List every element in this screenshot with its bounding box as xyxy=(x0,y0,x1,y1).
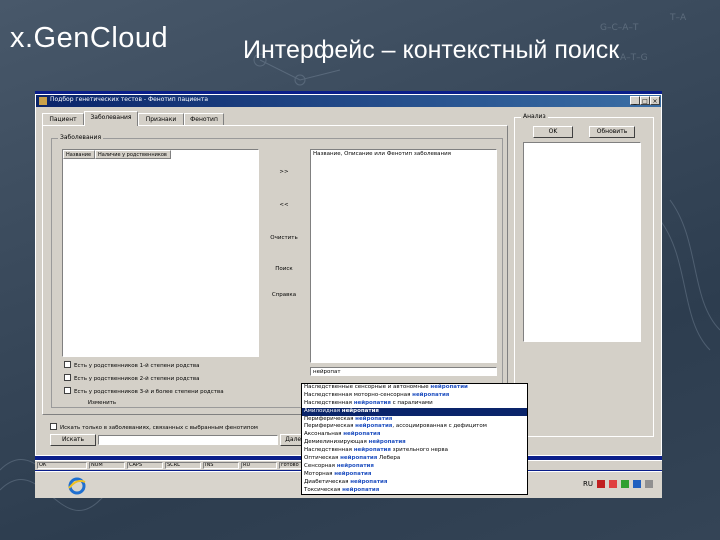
autocomplete-item-match: нейропатия xyxy=(355,415,393,422)
tab-patient[interactable]: Пациент xyxy=(42,113,84,125)
autocomplete-item-text: Амилоидная xyxy=(304,407,342,414)
autocomplete-item-match: нейропатия xyxy=(353,447,391,454)
maximize-button[interactable]: □ xyxy=(640,96,650,105)
tab-signs[interactable]: Признаки xyxy=(138,113,184,125)
autocomplete-item[interactable]: Наследственная моторно-сенсорная нейропа… xyxy=(302,392,527,400)
diseases-group: Заболевания Название Наличие у родственн… xyxy=(51,134,503,408)
autocomplete-item-match: нейропатия xyxy=(334,470,372,477)
analysis-group-label: Анализ xyxy=(521,113,548,120)
status-cell: ОК xyxy=(37,462,87,469)
slide-title: Интерфейс – контекстный поиск xyxy=(243,36,620,64)
autocomplete-item-match: нейропатия xyxy=(350,478,388,485)
relatives-3rd-degree-label: Есть у родственников 3-й и более степени… xyxy=(74,389,224,395)
minimize-button[interactable]: _ xyxy=(630,96,640,105)
relatives-1st-degree-label: Есть у родственников 1-й степени родства xyxy=(74,363,200,369)
autocomplete-item-text: Демиелинизирующая xyxy=(304,439,369,446)
autocomplete-item-text: Периферическая xyxy=(304,415,356,422)
autocomplete-item[interactable]: Демиелинизирующая нейропатия xyxy=(302,439,527,447)
status-cell: NUM xyxy=(89,462,125,469)
selected-diseases-list[interactable]: Название Наличие у родственников xyxy=(62,149,259,357)
status-cell: RU xyxy=(241,462,277,469)
internet-explorer-icon[interactable] xyxy=(67,476,87,496)
help-button[interactable]: Справка xyxy=(264,292,304,298)
autocomplete-item[interactable]: Наследственная нейропатия с параличами xyxy=(302,400,527,408)
relatives-1st-degree-checkbox[interactable]: Есть у родственников 1-й степени родства xyxy=(64,361,199,369)
autocomplete-item-text: , ассоциированная с дефицитом xyxy=(392,423,487,430)
autocomplete-item-text: Периферическая xyxy=(304,423,356,430)
phenotype-filter-label: Искать только в заболеваниях, связанных … xyxy=(60,425,258,431)
autocomplete-item-text: зрительного нерва xyxy=(390,447,449,454)
autocomplete-item-text: Диабетическая xyxy=(304,478,351,485)
autocomplete-item[interactable]: Сенсорная нейропатия xyxy=(302,463,527,471)
autocomplete-item[interactable]: Диабетическая нейропатия xyxy=(302,479,527,487)
column-header-relatives[interactable]: Наличие у родственников xyxy=(95,150,171,159)
remove-button[interactable]: << xyxy=(264,202,304,208)
relatives-2nd-degree-checkbox[interactable]: Есть у родственников 2-й степени родства xyxy=(64,374,199,382)
status-cell: INS xyxy=(203,462,239,469)
autocomplete-item[interactable]: Наследственные сенсорные и автономные не… xyxy=(302,384,527,392)
system-tray-icons[interactable] xyxy=(595,478,659,490)
language-indicator[interactable]: RU xyxy=(583,480,593,488)
search-results-header: Название, Описание или Фенотип заболеван… xyxy=(313,151,451,157)
app-icon xyxy=(39,97,47,105)
analysis-list[interactable] xyxy=(523,142,641,342)
tab-phenotype[interactable]: Фенотип xyxy=(184,113,224,125)
autocomplete-item[interactable]: Амилоидная нейропатия xyxy=(302,407,527,416)
tab-diseases[interactable]: Заболевания xyxy=(84,111,138,126)
autocomplete-item-match: нейропатия xyxy=(341,407,379,414)
autocomplete-item[interactable]: Наследственная нейропатия зрительного не… xyxy=(302,447,527,455)
phenotype-filter-checkbox[interactable]: Искать только в заболеваниях, связанных … xyxy=(50,423,258,431)
autocomplete-item-text: Наследственная моторно-сенсорная xyxy=(304,391,413,398)
analysis-group: Анализ OK Обновить xyxy=(514,113,654,437)
tab-panel: Заболевания Название Наличие у родственн… xyxy=(42,125,508,415)
autocomplete-item-text: с параличами xyxy=(390,399,433,406)
find-button[interactable]: Поиск xyxy=(264,266,304,272)
autocomplete-item-match: нейропатия xyxy=(342,486,380,493)
autocomplete-item-match: нейропатия xyxy=(340,455,378,462)
autocomplete-item-match: нейропатия xyxy=(353,399,391,406)
search-input[interactable]: нейропат xyxy=(310,367,497,376)
window-title: Подбор генетических тестов - Фенотип пац… xyxy=(50,96,208,103)
svg-text:G–C–A–T: G–C–A–T xyxy=(600,23,639,33)
autocomplete-item-text: Наследственная xyxy=(304,447,354,454)
autocomplete-item[interactable]: Токсическая нейропатия xyxy=(302,486,527,494)
autocomplete-item[interactable]: Оптическая нейропатия Лебера xyxy=(302,455,527,463)
autocomplete-item-text: Лебера xyxy=(377,455,401,462)
change-button[interactable]: Изменить xyxy=(82,400,122,406)
autocomplete-item-match: нейропатия xyxy=(336,462,374,469)
autocomplete-item-text: Аксональная xyxy=(304,431,344,438)
diseases-group-label: Заболевания xyxy=(58,134,104,141)
autocomplete-item-match: нейропатия xyxy=(355,423,393,430)
add-button[interactable]: >> xyxy=(264,169,304,175)
svg-text:A–T–G: A–T–G xyxy=(620,53,648,63)
autocomplete-item[interactable]: Моторная нейропатия xyxy=(302,471,527,479)
autocomplete-item-text: Наследственная xyxy=(304,399,354,406)
relatives-2nd-degree-label: Есть у родственников 2-й степени родства xyxy=(74,376,200,382)
search-results-list[interactable]: Название, Описание или Фенотип заболеван… xyxy=(310,149,497,363)
title-bar[interactable]: Подбор генетических тестов - Фенотип пац… xyxy=(36,95,661,107)
autocomplete-item-text: Наследственные сенсорные и автономные xyxy=(304,384,431,390)
autocomplete-dropdown[interactable]: Наследственные сенсорные и автономные не… xyxy=(301,383,528,495)
autocomplete-item-text: Оптическая xyxy=(304,455,341,462)
clear-button[interactable]: Очистить xyxy=(264,235,304,241)
status-cell: CAPS xyxy=(127,462,163,469)
autocomplete-item-text: Моторная xyxy=(304,470,335,477)
autocomplete-item-text: Сенсорная xyxy=(304,462,337,469)
ok-button[interactable]: OK xyxy=(533,126,573,138)
relatives-3rd-degree-checkbox[interactable]: Есть у родственников 3-й и более степени… xyxy=(64,387,224,395)
status-cell: SCRL xyxy=(165,462,201,469)
autocomplete-item-text: Токсическая xyxy=(304,486,343,493)
update-button[interactable]: Обновить xyxy=(589,126,635,138)
autocomplete-item-match: нейропатия xyxy=(368,439,406,446)
autocomplete-item-match: нейропатии xyxy=(430,384,468,390)
search-button[interactable]: Искать xyxy=(50,434,96,446)
close-button[interactable]: × xyxy=(650,96,660,105)
app-logo: x.GenCloud xyxy=(10,22,169,54)
autocomplete-item-match: нейропатия xyxy=(412,391,450,398)
bottom-search-field[interactable] xyxy=(98,435,278,445)
column-header-name[interactable]: Название xyxy=(63,150,95,159)
autocomplete-item-match: нейропатия xyxy=(343,431,381,438)
svg-text:T–A: T–A xyxy=(669,13,687,23)
